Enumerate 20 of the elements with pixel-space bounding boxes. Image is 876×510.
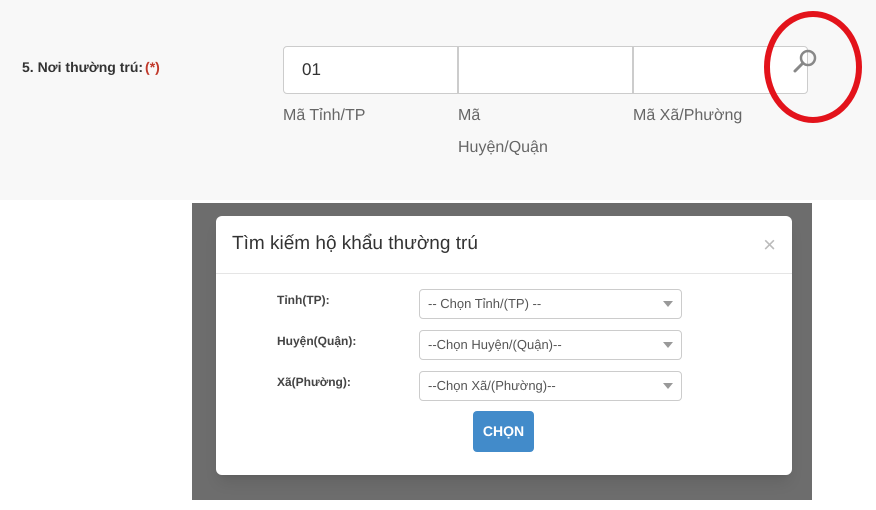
dialog-title: Tìm kiếm hộ khẩu thường trú (232, 232, 478, 256)
code-input[interactable] (633, 46, 808, 94)
required-mark: (*) (145, 59, 160, 75)
input-caption: Mã Huyện/Quận (458, 106, 549, 158)
search-icon[interactable] (792, 48, 818, 74)
field-label: Huyện(Quận): (277, 333, 358, 350)
input-caption: Mã Xã/Phường (633, 106, 743, 126)
field-label: Tỉnh(TP): (277, 292, 331, 309)
caret-icon (663, 301, 673, 307)
select-dropdown[interactable]: --Chọn Xã/(Phường)-- (419, 371, 682, 401)
code-input[interactable]: 01 (283, 46, 458, 94)
field-label: Xã(Phường): (277, 374, 352, 391)
select-dropdown[interactable]: -- Chọn Tỉnh/(TP) -- (419, 289, 682, 319)
choose-button[interactable]: CHỌN (473, 411, 534, 452)
caret-icon (663, 342, 673, 348)
field-label: 5. Nơi thường trú: (22, 59, 144, 75)
input-caption: Mã Tỉnh/TP (283, 106, 366, 126)
select-dropdown[interactable]: --Chọn Huyện/(Quận)-- (419, 330, 682, 360)
caret-icon (663, 383, 673, 389)
code-input[interactable] (458, 46, 633, 94)
